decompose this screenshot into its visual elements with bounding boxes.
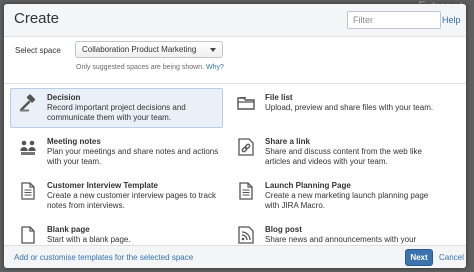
template-name: Blank page [47, 225, 90, 234]
chevron-down-icon [210, 48, 216, 52]
blank-page-icon [19, 226, 37, 244]
template-name: File list [265, 93, 293, 102]
page-icon [237, 182, 255, 200]
folder-icon [237, 94, 255, 112]
blog-icon [237, 226, 255, 244]
template-description: Plan your meetings and share notes and a… [47, 147, 219, 166]
template-customer-interview[interactable]: Customer Interview Template Create a new… [10, 176, 223, 216]
template-name: Meeting notes [47, 137, 101, 146]
dialog-header: Create Help [4, 4, 466, 37]
dialog-footer: Add or customise templates for the selec… [4, 245, 466, 268]
template-launch-planning[interactable]: Launch Planning Page Create a new market… [228, 176, 441, 216]
create-dialog: Create Help Select space Collaboration P… [4, 4, 466, 268]
space-select[interactable]: Collaboration Product Marketing [75, 41, 223, 58]
select-space-label: Select space [15, 46, 61, 55]
space-select-value: Collaboration Product Marketing [82, 45, 197, 54]
template-decision[interactable]: Decision Record important project decisi… [10, 88, 223, 128]
meeting-notes-icon [19, 138, 37, 156]
template-description: Start with a blank page. [47, 235, 131, 244]
dialog-title: Create [14, 10, 60, 27]
template-meeting-notes[interactable]: Meeting notes Plan your meetings and sha… [10, 132, 223, 172]
decision-icon [19, 94, 37, 112]
template-description: Record important project decisions and c… [47, 103, 186, 122]
next-button[interactable]: Next [405, 249, 433, 266]
template-share-a-link[interactable]: Share a link Share and discuss content f… [228, 132, 441, 172]
customise-templates-link[interactable]: Add or customise templates for the selec… [14, 253, 193, 262]
template-name: Decision [47, 93, 81, 102]
template-description: Upload, preview and share files with you… [265, 103, 434, 112]
page-icon [19, 182, 37, 200]
template-blog-post[interactable]: Blog post Share news and announcements w… [228, 220, 441, 245]
template-name: Customer Interview Template [47, 181, 158, 190]
template-name: Launch Planning Page [265, 181, 351, 190]
template-description: Create a new customer interview pages to… [47, 191, 216, 210]
filter-input[interactable] [347, 11, 441, 29]
cancel-button[interactable]: Cancel [439, 253, 464, 262]
link-icon [237, 138, 255, 156]
template-name: Share a link [265, 137, 310, 146]
template-list: Decision Record important project decisi… [4, 84, 466, 245]
suggested-spaces-note: Only suggested spaces are being shown. W… [76, 64, 224, 71]
suggested-spaces-text: Only suggested spaces are being shown. [76, 64, 205, 71]
template-description: Create a new marketing launch planning p… [265, 191, 429, 210]
template-file-list[interactable]: File list Upload, preview and share file… [228, 88, 441, 128]
template-blank-page[interactable]: Blank page Start with a blank page. [10, 220, 223, 245]
template-name: Blog post [265, 225, 302, 234]
help-link[interactable]: Help [442, 15, 461, 25]
template-description: Share and discuss content from the web l… [265, 147, 422, 166]
why-link[interactable]: Why? [206, 64, 224, 71]
template-description: Share news and announcements with your t… [265, 235, 417, 244]
